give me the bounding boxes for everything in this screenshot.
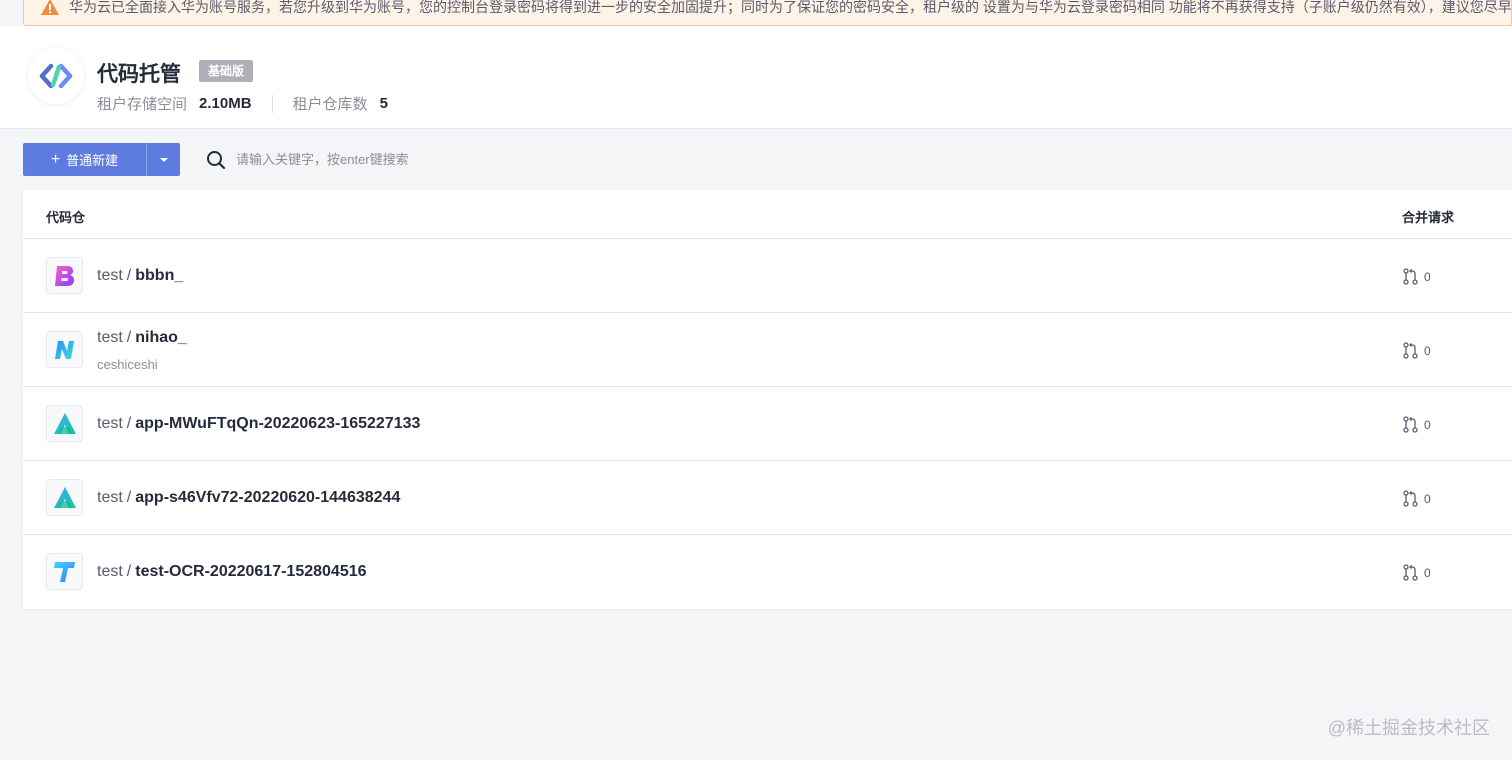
path-separator: / [126,329,132,346]
repo-owner: test [97,267,123,284]
repo-title: test-OCR-20220617-152804516 [135,563,367,580]
tenant-stats: 租户存储空间 2.10MB 租户仓库数 5 [97,93,388,114]
path-separator: / [126,489,132,506]
merge-request-icon [1403,416,1418,433]
merge-request-count-value: 0 [1424,417,1431,432]
plus-icon: + [50,150,61,168]
repo-count-value: 5 [379,95,388,112]
repo-title: app-MWuFTqQn-20220623-165227133 [135,415,421,432]
search-icon[interactable] [206,150,226,170]
repo-description: ceshiceshi [97,357,158,372]
merge-request-count-value: 0 [1424,269,1431,284]
stats-divider [271,94,273,113]
letter-a-icon [46,479,83,516]
merge-request-count-value: 0 [1424,565,1431,580]
page-header: 代码托管 基础版 租户存储空间 2.10MB 租户仓库数 5 [0,26,1512,129]
watermark: @稀土掘金技术社区 [1327,718,1490,738]
repo-owner: test [97,329,123,346]
repo-count-label: 租户仓库数 [292,96,368,113]
merge-request-icon [1403,564,1418,581]
repo-link[interactable]: test / app-s46Vfv72-20220620-144638244 [97,489,400,507]
table-row[interactable]: test / test-OCR-20220617-152804516 0 [23,535,1512,609]
repo-title: app-s46Vfv72-20220620-144638244 [135,489,401,506]
warning-banner: 华为云已全面接入华为账号服务，若您升级到华为账号，您的控制台登录密码将得到进一步… [23,0,1512,26]
repo-title: bbbn_ [135,267,184,284]
table-row[interactable]: test / app-s46Vfv72-20220620-144638244 0 [23,461,1512,535]
repo-owner: test [97,563,123,580]
table-header: 代码仓 合并请求 [23,190,1512,239]
table-row[interactable]: test / bbbn_ 0 [23,239,1512,313]
letter-b-icon [46,257,83,294]
column-header-merge-requests: 合并请求 [1402,210,1455,225]
column-header-repo: 代码仓 [46,210,86,225]
edition-badge: 基础版 [199,60,254,82]
storage-label: 租户存储空间 [97,96,188,113]
new-repo-button[interactable]: + 普通新建 [23,143,146,176]
path-separator: / [126,563,132,580]
repo-link[interactable]: test / app-MWuFTqQn-20220623-165227133 [97,415,420,433]
warning-icon [41,0,59,15]
search-input[interactable] [236,152,636,167]
repo-title: nihao_ [135,329,187,346]
merge-request-count-value: 0 [1424,343,1431,358]
codehub-logo [28,48,84,104]
repo-owner: test [97,415,123,432]
merge-request-count[interactable]: 0 [1402,490,1431,507]
merge-request-icon [1403,490,1418,507]
merge-request-count[interactable]: 0 [1402,342,1431,359]
storage-value: 2.10MB [199,95,252,112]
table-row[interactable]: test / app-MWuFTqQn-20220623-165227133 0 [23,387,1512,461]
toolbar: + 普通新建 [23,143,636,176]
table-row[interactable]: test / nihao_ ceshiceshi 0 [23,313,1512,387]
letter-a-icon [46,405,83,442]
new-repo-dropdown-button[interactable] [147,143,180,176]
merge-request-icon [1403,342,1418,359]
merge-request-icon [1403,268,1418,285]
merge-request-count[interactable]: 0 [1402,268,1431,285]
path-separator: / [126,267,132,284]
repo-link[interactable]: test / test-OCR-20220617-152804516 [97,563,367,581]
codehub-logo-icon [39,63,73,89]
repo-owner: test [97,489,123,506]
merge-request-count[interactable]: 0 [1402,564,1431,581]
repo-table: 代码仓 合并请求 test / bbbn_ 0 test / nihao_ ce… [23,190,1512,609]
caret-down-icon [159,157,168,162]
page-title: 代码托管 [97,63,181,86]
new-repo-split-button: + 普通新建 [23,143,180,176]
repo-link[interactable]: test / bbbn_ [97,267,183,285]
merge-request-count[interactable]: 0 [1402,416,1431,433]
warning-text: 华为云已全面接入华为账号服务，若您升级到华为账号，您的控制台登录密码将得到进一步… [69,0,1512,15]
path-separator: / [126,415,132,432]
letter-t-icon [46,553,83,590]
new-repo-label: 普通新建 [66,153,119,168]
search-box [206,150,636,170]
letter-n-icon [46,331,83,368]
repo-link[interactable]: test / nihao_ [97,329,187,347]
merge-request-count-value: 0 [1424,491,1431,506]
